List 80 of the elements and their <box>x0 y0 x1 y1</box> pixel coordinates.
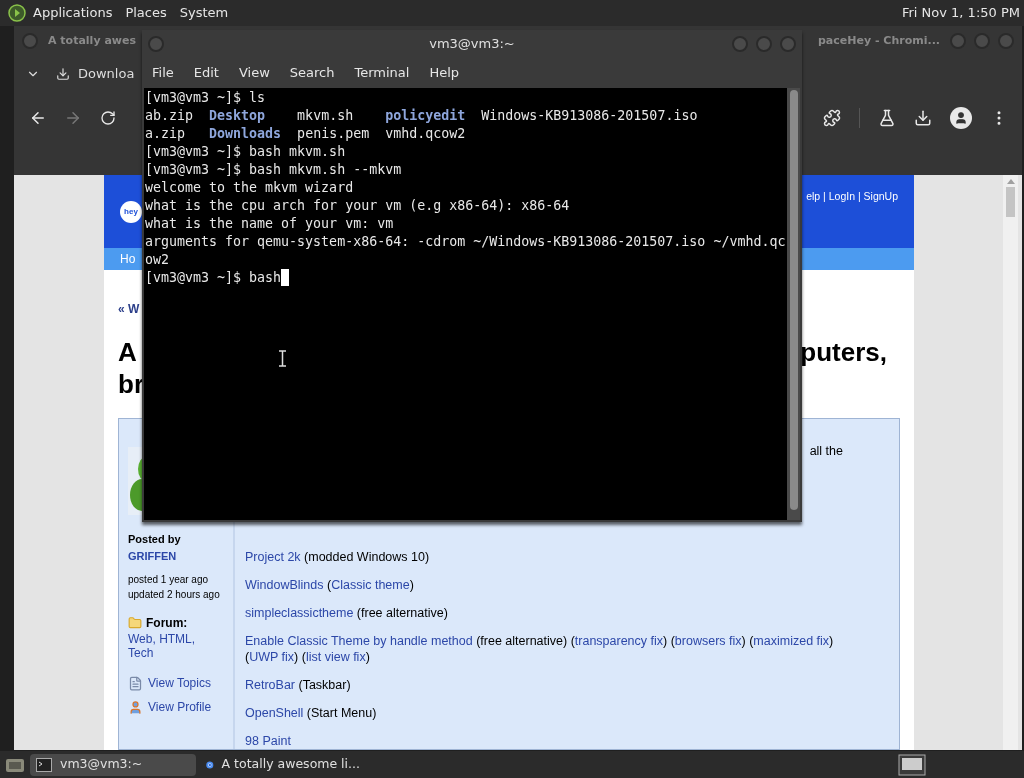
posted-time: posted 1 year ago <box>128 573 210 587</box>
link-list-item: WindowBlinds (Classic theme) <box>245 576 415 593</box>
sidebar-link[interactable]: View Topics <box>148 674 211 692</box>
menu-item[interactable]: Edit <box>193 63 219 83</box>
terminal-line: [vm3@vm3 ~]$ ls <box>145 89 266 107</box>
flask-icon[interactable] <box>878 109 896 127</box>
reload-button[interactable] <box>100 110 116 126</box>
panel-menu[interactable]: System <box>179 3 229 23</box>
forum-label: Forum: <box>146 615 188 632</box>
link[interactable]: Project 2k <box>245 549 301 564</box>
folder-icon <box>128 616 142 630</box>
link-list-item: simpleclassictheme (free alternative) <box>245 604 449 621</box>
link[interactable]: simpleclassictheme <box>245 605 354 620</box>
terminal-line: a.zip Downloads penis.pem vmhd.qcow2 <box>145 125 466 143</box>
updated-time: updated 2 hours ago <box>128 588 221 602</box>
window-title: A totally awes <box>48 32 136 49</box>
link[interactable]: 98 Paint <box>245 733 291 748</box>
back-button[interactable] <box>29 109 47 127</box>
author-link[interactable]: GRIFFEN <box>128 547 224 564</box>
link[interactable]: RetroBar <box>245 677 296 692</box>
profile-button[interactable] <box>950 107 972 129</box>
menu-item[interactable]: File <box>152 63 174 83</box>
scrollbar[interactable] <box>787 88 800 520</box>
link[interactable]: OpenShell <box>245 705 304 720</box>
downloads-button[interactable] <box>914 109 932 127</box>
menu-item[interactable]: Terminal <box>354 63 410 83</box>
panel-menu[interactable]: Applications <box>33 3 113 23</box>
site-logo[interactable]: hey <box>120 200 142 223</box>
scrollbar[interactable] <box>1003 175 1018 750</box>
panel-clock[interactable]: Fri Nov 1, 1:50 PM <box>901 3 1020 23</box>
download-label[interactable]: Downloa <box>78 64 135 84</box>
menu-item[interactable]: View <box>238 63 270 83</box>
terminal-line: [vm3@vm3 ~]$ bash <box>145 269 282 287</box>
menu-item[interactable]: Search <box>289 63 335 83</box>
terminal-line: [vm3@vm3 ~]$ bash mkvm.sh --mkvm <box>145 161 402 179</box>
page-heading: br <box>118 368 144 400</box>
window-title: vm3@vm3:~ <box>429 35 515 54</box>
posted-by-label: Posted by <box>128 532 182 547</box>
link[interactable]: UWP fix <box>249 649 295 664</box>
taskbar-button[interactable]: vm3@vm3:~ <box>30 753 196 776</box>
link-list-item: OpenShell (Start Menu) <box>245 704 378 721</box>
link-list-item: Enable Classic Theme by handle method (free alternative) (transparency fix) (browsers fix) (maximized fix) (UWP fix) (list view fix) <box>245 632 835 665</box>
forum-links[interactable]: Web, HTML, Tech <box>128 632 208 660</box>
link[interactable]: list view fix <box>305 649 366 664</box>
document-icon <box>128 675 143 691</box>
text-cursor-icon <box>279 350 286 367</box>
window-title: paceHey - Chromi... <box>818 32 940 49</box>
sidebar-link[interactable]: View Profile <box>148 698 212 716</box>
terminal-line: arguments for qemu-system-x86-64: -cdrom ~/Windows-KB913086-201507.iso ~/vmhd.qc <box>145 233 786 251</box>
link[interactable]: WindowBlinds <box>245 577 324 592</box>
link[interactable]: transparency fix <box>574 633 664 648</box>
menu-item[interactable]: Help <box>429 63 460 83</box>
person-icon <box>128 699 143 715</box>
extensions-button[interactable] <box>823 109 841 127</box>
text-cursor <box>281 269 290 286</box>
panel-menu[interactable]: Places <box>125 3 167 23</box>
link[interactable]: Enable Classic Theme by handle method <box>245 633 473 648</box>
page-heading: A <box>118 336 138 368</box>
taskbar-button[interactable]: A totally awesome li... <box>200 753 366 776</box>
back-link[interactable]: « W <box>118 302 140 316</box>
terminal-line: ab.zip Desktop mkvm.sh policyedit Windows-KB913086-201507.iso <box>145 107 698 125</box>
download-icon <box>56 67 70 81</box>
terminal-line: what is the cpu arch for your vm (e.g x86-64): x86-64 <box>145 197 570 215</box>
link-list-item: Project 2k (modded Windows 10) <box>245 548 431 565</box>
terminal-line: welcome to the mkvm wizard <box>145 179 354 197</box>
page-heading: puters, <box>800 336 887 369</box>
terminal-line: ow2 <box>145 251 170 269</box>
terminal-line: [vm3@vm3 ~]$ bash mkvm.sh <box>145 143 346 161</box>
link[interactable]: browsers fix <box>674 633 742 648</box>
forward-button[interactable] <box>64 109 82 127</box>
menu-logo-icon[interactable] <box>8 4 26 22</box>
link[interactable]: maximized fix <box>753 633 830 648</box>
terminal-icon <box>36 757 52 772</box>
person-icon <box>954 111 968 125</box>
link[interactable]: Classic theme <box>331 577 410 592</box>
post-intro: all the <box>809 443 843 460</box>
show-desktop-icon[interactable] <box>898 753 926 776</box>
terminal-line: what is the name of your vm: vm <box>145 215 394 233</box>
header-links[interactable]: elp | LogIn | SignUp <box>806 189 898 205</box>
link-list-item: RetroBar (Taskbar) <box>245 676 352 693</box>
